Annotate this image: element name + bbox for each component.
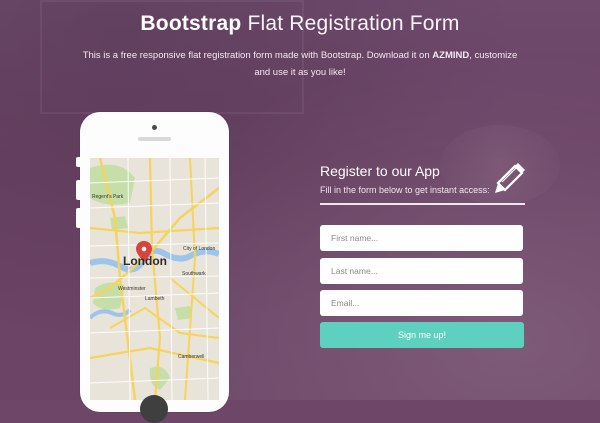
phone-mute-switch	[76, 157, 80, 167]
intro-line1-prefix: This is a free responsive flat registrat…	[82, 50, 433, 61]
email-field[interactable]	[320, 290, 523, 316]
last-name-field[interactable]	[320, 258, 523, 284]
sign-up-button[interactable]: Sign me up!	[320, 322, 524, 348]
phone-volume-up	[76, 180, 80, 200]
intro-line1-suffix: , customize	[469, 50, 518, 61]
phone-speaker	[138, 137, 171, 141]
page-title-light: Flat Registration Form	[247, 12, 460, 35]
intro-line2: and use it as you like!	[254, 67, 346, 78]
phone-screen-map: London Regent's Park City of London Sout…	[90, 158, 219, 400]
intro-text: This is a free responsive flat registrat…	[0, 47, 600, 81]
form-title: Register to our App	[320, 163, 440, 179]
pencil-icon	[495, 163, 525, 193]
page-title-bold: Bootstrap	[140, 12, 242, 35]
form-subtitle: Fill in the form below to get instant ac…	[320, 185, 490, 195]
phone-camera	[152, 125, 157, 130]
london-map	[90, 158, 219, 400]
first-name-field[interactable]	[320, 225, 523, 251]
phone-home-button	[140, 395, 168, 423]
page-title: Bootstrap Flat Registration Form	[0, 12, 600, 36]
form-header-divider	[320, 203, 525, 205]
phone-volume-down	[76, 208, 80, 228]
intro-brand-link[interactable]: AZMIND	[432, 50, 469, 61]
phone-mockup: London Regent's Park City of London Sout…	[76, 112, 229, 423]
